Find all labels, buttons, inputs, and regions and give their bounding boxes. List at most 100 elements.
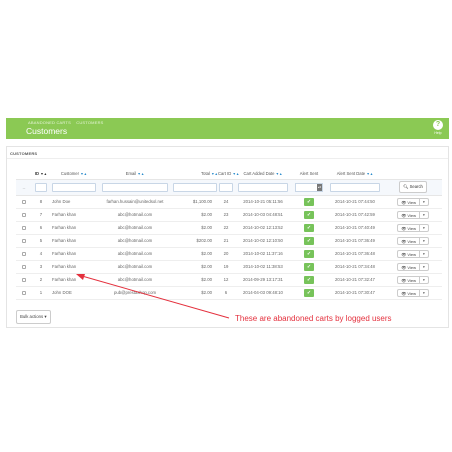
- table-header-row: ID ▼▲ Customer ▼▲ Email ▼▲ Total ▼▲ Cart…: [16, 169, 442, 179]
- filter-cart-added-date-input[interactable]: [238, 182, 288, 192]
- filter-alert-sent-select[interactable]: ▴▾: [295, 182, 323, 192]
- check-icon: ✓: [304, 249, 314, 258]
- search-button[interactable]: 🔍︎ Search: [399, 181, 427, 193]
- cell-alert-sent-date: 2014-10-21 07:36:48: [326, 247, 384, 261]
- check-icon: ✓: [304, 223, 314, 232]
- actions-dropdown-toggle[interactable]: ▾: [420, 264, 428, 270]
- filter-cart-id-input[interactable]: [219, 182, 233, 192]
- bulk-actions-button[interactable]: Bulk actions ▾: [16, 310, 51, 324]
- actions-dropdown-toggle[interactable]: ▾: [420, 212, 428, 218]
- cell-id: 7: [32, 208, 50, 222]
- check-icon: ✓: [304, 236, 314, 245]
- panel-divider: [7, 158, 448, 159]
- table-row[interactable]: 7 Farhan khan abc@hotmail.com $2.00 23 2…: [16, 208, 442, 222]
- cell-cart-added-date: 2014-09-29 13:17:31: [234, 273, 292, 287]
- cell-id: 3: [32, 260, 50, 274]
- sort-icon: ▼▲: [232, 172, 240, 177]
- actions-dropdown-toggle[interactable]: ▾: [420, 290, 428, 296]
- cell-cart-added-date: 2014-10-21 05:11:56: [234, 195, 292, 209]
- actions-dropdown-toggle[interactable]: ▾: [420, 251, 428, 257]
- cell-id: 1: [32, 286, 50, 300]
- view-button[interactable]: 👁︎ View: [398, 237, 421, 244]
- table-row[interactable]: 2 Farhan khan abc@hotmail.com $2.00 12 2…: [16, 273, 442, 287]
- view-button[interactable]: 👁︎ View: [398, 276, 421, 283]
- table-row[interactable]: 3 Farhan khan abc@hotmail.com $2.00 19 2…: [16, 260, 442, 274]
- view-button[interactable]: 👁︎ View: [398, 211, 421, 218]
- cell-cart-id: 23: [218, 208, 234, 222]
- table-row[interactable]: 5 Farhan khan abc@hotmail.com $202.00 21…: [16, 234, 442, 248]
- column-header-total[interactable]: Total ▼▲: [172, 169, 218, 179]
- filter-id-input[interactable]: [35, 182, 47, 192]
- sort-icon: ▼▲: [80, 172, 88, 177]
- filter-total-input[interactable]: [173, 182, 217, 192]
- cell-total: $2.00: [172, 208, 218, 222]
- cell-customer: Farhan khan: [50, 234, 98, 248]
- table-row[interactable]: 1 John DOE pub@prestashop.com $2.00 6 20…: [16, 286, 442, 300]
- cell-email: pub@prestashop.com: [98, 286, 172, 300]
- view-button[interactable]: 👁︎ View: [398, 289, 421, 296]
- cell-cart-added-date: 2014-10-02 11:38:53: [234, 260, 292, 274]
- row-actions: 👁︎ View ▾: [397, 236, 429, 245]
- filter-email-input[interactable]: [102, 182, 168, 192]
- eye-icon: 👁︎: [401, 225, 407, 231]
- column-header-alert-sent-date[interactable]: Alert Sent Date ▼▲: [326, 169, 384, 179]
- cell-id: 8: [32, 195, 50, 209]
- help-button[interactable]: ? Help: [431, 120, 445, 135]
- customers-table: ID ▼▲ Customer ▼▲ Email ▼▲ Total ▼▲ Cart…: [16, 169, 442, 300]
- actions-dropdown-toggle[interactable]: ▾: [420, 199, 428, 205]
- cell-cart-id: 24: [218, 195, 234, 209]
- column-header-email[interactable]: Email ▼▲: [98, 169, 172, 179]
- row-checkbox[interactable]: [21, 238, 27, 244]
- table-row[interactable]: 4 Farhan khan abc@hotmail.com $2.00 20 2…: [16, 247, 442, 261]
- cell-customer: Farhan khan: [50, 247, 98, 261]
- cell-email: abc@hotmail.com: [98, 234, 172, 248]
- breadcrumb-item-customers[interactable]: CUSTOMERS: [76, 120, 103, 125]
- table-row[interactable]: 6 Farhan khan abc@hotmail.com $2.00 22 2…: [16, 221, 442, 235]
- row-checkbox[interactable]: [21, 264, 27, 270]
- filter-alert-sent-date-input[interactable]: [330, 182, 380, 192]
- cell-cart-added-date: 2014-10-03 04:48:51: [234, 208, 292, 222]
- column-header-cart-id[interactable]: Cart ID ▼▲: [218, 169, 239, 179]
- row-actions: 👁︎ View ▾: [397, 275, 429, 284]
- row-checkbox[interactable]: [21, 225, 27, 231]
- page-header: ABANDONED CARTS CUSTOMERS Customers ? He…: [6, 118, 449, 139]
- cell-total: $2.00: [172, 247, 218, 261]
- select-arrow-icon: ▴▾: [317, 183, 322, 191]
- filter-customer-input[interactable]: [52, 182, 96, 192]
- view-button[interactable]: 👁︎ View: [398, 198, 421, 205]
- annotation-text: These are abandoned carts by logged user…: [235, 314, 392, 323]
- table-row[interactable]: 8 John Doe farhan.hussain@unitedsol.net …: [16, 195, 442, 209]
- row-checkbox[interactable]: [21, 212, 27, 218]
- row-checkbox[interactable]: [21, 277, 27, 283]
- cell-cart-added-date: 2014-10-02 11:37:16: [234, 247, 292, 261]
- cell-cart-id: 21: [218, 234, 234, 248]
- panel-heading: CUSTOMERS: [10, 151, 38, 156]
- row-checkbox[interactable]: [21, 251, 27, 257]
- cell-id: 4: [32, 247, 50, 261]
- cell-total: $2.00: [172, 221, 218, 235]
- eye-icon: 👁︎: [401, 212, 407, 218]
- row-checkbox[interactable]: [21, 199, 27, 205]
- page-title: Customers: [26, 126, 68, 136]
- view-button[interactable]: 👁︎ View: [398, 250, 421, 257]
- cell-total: $2.00: [172, 260, 218, 274]
- cell-cart-id: 6: [218, 286, 234, 300]
- actions-dropdown-toggle[interactable]: ▾: [420, 238, 428, 244]
- row-checkbox[interactable]: [21, 290, 27, 296]
- breadcrumb-item-abandoned-carts[interactable]: ABANDONED CARTS: [28, 120, 71, 125]
- filter-row: -- ▴▾ 🔍︎ Search: [16, 178, 442, 196]
- actions-dropdown-toggle[interactable]: ▾: [420, 277, 428, 283]
- column-header-cart-added-date[interactable]: Cart Added Date ▼▲: [234, 169, 292, 179]
- help-icon: ?: [433, 120, 443, 130]
- column-header-id[interactable]: ID ▼▲: [32, 169, 50, 179]
- view-button[interactable]: 👁︎ View: [398, 224, 421, 231]
- cell-id: 5: [32, 234, 50, 248]
- actions-dropdown-toggle[interactable]: ▾: [420, 225, 428, 231]
- cell-customer: John DOE: [50, 286, 98, 300]
- select-column-header: [16, 169, 32, 179]
- cell-customer: Farhan khan: [50, 221, 98, 235]
- column-header-customer[interactable]: Customer ▼▲: [50, 169, 98, 179]
- view-button[interactable]: 👁︎ View: [398, 263, 421, 270]
- sort-icon: ▼▲: [366, 172, 374, 177]
- cell-cart-id: 12: [218, 273, 234, 287]
